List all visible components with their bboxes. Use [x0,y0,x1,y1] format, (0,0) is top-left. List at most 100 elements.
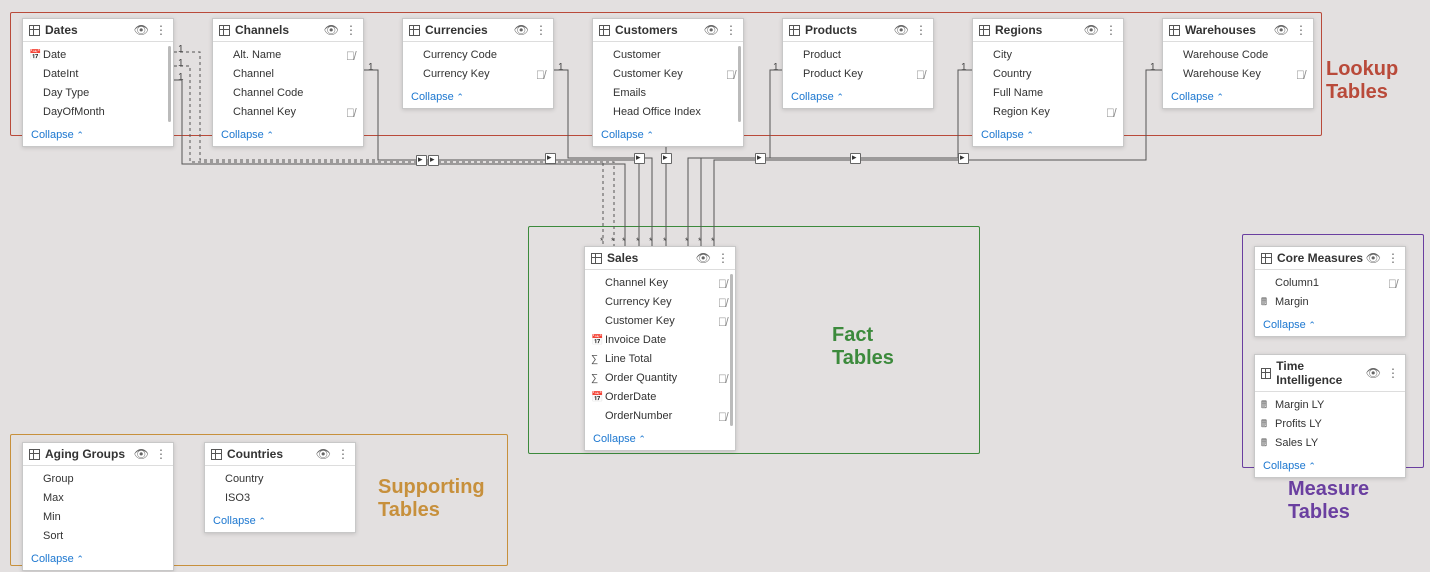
field[interactable]: Channel [213,65,363,84]
field[interactable]: Channel Key👁̸ [213,103,363,122]
table-icon [409,25,420,36]
table-regions[interactable]: Regions 👁⋮ City Country Full Name Region… [972,18,1124,147]
table-products[interactable]: Products 👁 ⋮ Product Product Key👁̸ Collap… [782,18,934,109]
field[interactable]: 🖩Margin LY [1255,396,1405,415]
visibility-icon[interactable]: 👁 [134,24,149,36]
field[interactable]: Product [783,46,933,65]
visibility-icon[interactable]: 👁 [1366,367,1381,379]
more-options-icon[interactable]: ⋮ [915,24,927,36]
collapse-link[interactable]: Collapse [593,126,743,146]
scrollbar[interactable] [730,274,733,426]
field[interactable]: Sort [23,527,173,546]
collapse-link[interactable]: Collapse [1255,316,1405,336]
collapse-link[interactable]: Collapse [403,88,553,108]
collapse-link[interactable]: Collapse [585,430,735,450]
field[interactable]: 🖩Sales LY [1255,434,1405,453]
table-currencies[interactable]: Currencies 👁⋮ Currency Code Currency Key… [402,18,554,109]
field[interactable]: Currency Code [403,46,553,65]
more-options-icon[interactable]: ⋮ [717,252,729,264]
field[interactable]: 📅Date [23,46,173,65]
visibility-icon[interactable]: 👁 [1366,252,1381,264]
more-options-icon[interactable]: ⋮ [155,24,167,36]
field[interactable]: Country [205,470,355,489]
field[interactable]: City [973,46,1123,65]
field[interactable]: Warehouse Key👁̸ [1163,65,1313,84]
visibility-icon[interactable]: 👁 [316,448,331,460]
visibility-icon[interactable]: 👁 [704,24,719,36]
field[interactable]: Currency Key👁̸ [585,293,735,312]
field[interactable]: Head Office Index [593,103,743,122]
scrollbar[interactable] [738,46,741,122]
table-title: Products [805,23,857,37]
more-options-icon[interactable]: ⋮ [1295,24,1307,36]
field[interactable]: ISO3 [205,489,355,508]
table-channels[interactable]: Channels 👁⋮ Alt. Name👁̸ Channel Channel … [212,18,364,147]
hidden-icon: 👁̸ [346,107,355,119]
more-options-icon[interactable]: ⋮ [1387,252,1399,264]
field[interactable]: OrderNumber👁̸ [585,407,735,426]
more-options-icon[interactable]: ⋮ [337,448,349,460]
table-icon [599,25,610,36]
field[interactable]: Region Key👁̸ [973,103,1123,122]
field[interactable]: Max [23,489,173,508]
table-core-measures[interactable]: Core Measures 👁⋮ Column1👁̸ 🖩Margin Colla… [1254,246,1406,337]
collapse-link[interactable]: Collapse [973,126,1123,146]
visibility-icon[interactable]: 👁 [514,24,529,36]
collapse-link[interactable]: Collapse [1255,457,1405,477]
collapse-link[interactable]: Collapse [213,126,363,146]
more-options-icon[interactable]: ⋮ [535,24,547,36]
table-warehouses[interactable]: Warehouses 👁⋮ Warehouse Code Warehouse K… [1162,18,1314,109]
field[interactable]: DayOfMonth [23,103,173,122]
model-canvas[interactable]: LookupTables FactTables SupportingTables… [0,0,1430,572]
field[interactable]: ∑Line Total [585,350,735,369]
field[interactable]: DateInt [23,65,173,84]
table-icon [1261,368,1271,379]
scrollbar[interactable] [168,46,171,122]
visibility-icon[interactable]: 👁 [1084,24,1099,36]
field[interactable]: Channel Key👁̸ [585,274,735,293]
visibility-icon[interactable]: 👁 [324,24,339,36]
collapse-link[interactable]: Collapse [205,512,355,532]
collapse-link[interactable]: Collapse [23,550,173,570]
field[interactable]: Emails [593,84,743,103]
field[interactable]: Group [23,470,173,489]
table-customers[interactable]: Customers 👁⋮ Customer Customer Key👁̸ Ema… [592,18,744,147]
more-options-icon[interactable]: ⋮ [1105,24,1117,36]
table-sales[interactable]: Sales 👁⋮ Channel Key👁̸ Currency Key👁̸ Cu… [584,246,736,451]
field[interactable]: Day Type [23,84,173,103]
more-options-icon[interactable]: ⋮ [155,448,167,460]
field[interactable]: ∑Order Quantity👁̸ [585,369,735,388]
visibility-icon[interactable]: 👁 [894,24,909,36]
collapse-link[interactable]: Collapse [1163,88,1313,108]
field[interactable]: 🖩Profits LY [1255,415,1405,434]
field[interactable]: Customer Key👁̸ [585,312,735,331]
table-icon [591,253,602,264]
visibility-icon[interactable]: 👁 [696,252,711,264]
field[interactable]: 🖩Margin [1255,293,1405,312]
visibility-icon[interactable]: 👁 [134,448,149,460]
field[interactable]: Currency Key👁̸ [403,65,553,84]
field[interactable]: Customer Key👁̸ [593,65,743,84]
collapse-link[interactable]: Collapse [783,88,933,108]
more-options-icon[interactable]: ⋮ [1387,367,1399,379]
collapse-link[interactable]: Collapse [23,126,173,146]
more-options-icon[interactable]: ⋮ [725,24,737,36]
field[interactable]: Country [973,65,1123,84]
field[interactable]: Full Name [973,84,1123,103]
visibility-icon[interactable]: 👁 [1274,24,1289,36]
field[interactable]: 📅OrderDate [585,388,735,407]
table-countries[interactable]: Countries 👁⋮ Country ISO3 Collapse [204,442,356,533]
table-aging-groups[interactable]: Aging Groups 👁⋮ Group Max Min Sort Colla… [22,442,174,571]
field[interactable]: Alt. Name👁̸ [213,46,363,65]
field[interactable]: Warehouse Code [1163,46,1313,65]
more-options-icon[interactable]: ⋮ [345,24,357,36]
table-dates[interactable]: Dates 👁⋮ 📅Date DateInt Day Type DayOfMon… [22,18,174,147]
field[interactable]: Product Key👁̸ [783,65,933,84]
field[interactable]: Channel Code [213,84,363,103]
table-title: Time Intelligence [1276,359,1365,387]
field[interactable]: Column1👁̸ [1255,274,1405,293]
field[interactable]: Customer [593,46,743,65]
field[interactable]: 📅Invoice Date [585,331,735,350]
field[interactable]: Min [23,508,173,527]
table-time-intelligence[interactable]: Time Intelligence 👁 ⋮ 🖩Margin LY 🖩Profits… [1254,354,1406,478]
